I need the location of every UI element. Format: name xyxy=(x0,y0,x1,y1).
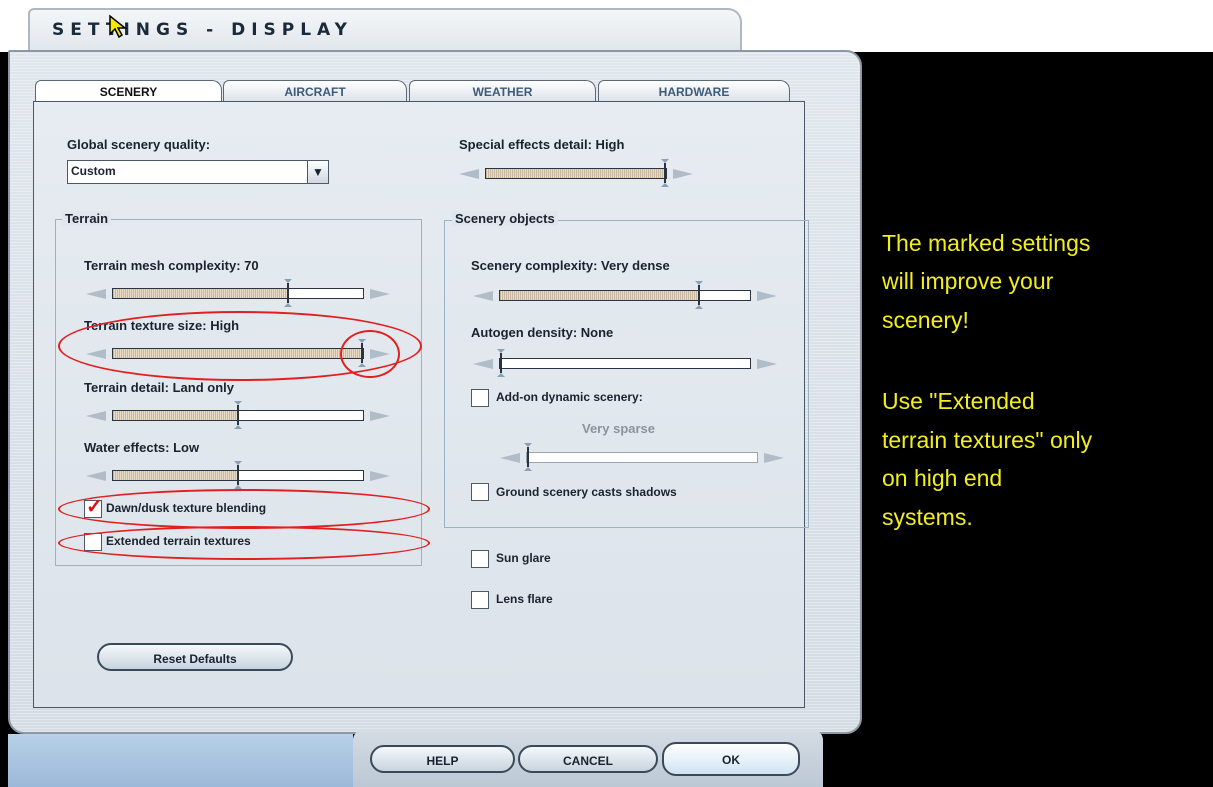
bottom-left-bar xyxy=(8,734,353,787)
special-effects-label: Special effects detail: High xyxy=(459,137,625,152)
scenery-complexity-label: Scenery complexity: Very dense xyxy=(471,258,670,273)
scenery-complexity-slider[interactable] xyxy=(473,281,777,309)
water-effects-label: Water effects: Low xyxy=(84,440,200,455)
terrain-mesh-label: Terrain mesh complexity: 70 xyxy=(84,258,259,273)
highlight-dawn-dusk xyxy=(58,489,430,529)
ok-button[interactable]: OK xyxy=(662,742,800,776)
addon-dynamic-label: Add-on dynamic scenery: xyxy=(496,390,643,404)
special-effects-slider[interactable] xyxy=(459,159,693,187)
scenery-objects-title: Scenery objects xyxy=(452,211,558,226)
global-quality-dropdown[interactable]: Custom ▼ xyxy=(67,160,329,184)
addon-dynamic-value: Very sparse xyxy=(582,421,656,436)
window-title: SETTINGS - DISPLAY xyxy=(52,20,353,40)
annotation-line-4: Use "Extended xyxy=(882,388,1035,414)
annotation-line-1: The marked settings xyxy=(882,230,1091,256)
lens-flare-label: Lens flare xyxy=(496,592,553,606)
annotation-line-6: on high end xyxy=(882,465,1003,491)
highlight-texture-thumb xyxy=(340,330,400,378)
tab-weather[interactable]: WEATHER xyxy=(409,80,596,103)
annotation-line-7: systems. xyxy=(882,504,973,530)
sun-glare-label: Sun glare xyxy=(496,551,551,565)
mouse-cursor-icon xyxy=(109,14,128,39)
global-quality-label: Global scenery quality: xyxy=(67,137,211,152)
autogen-density-slider[interactable] xyxy=(473,349,777,377)
addon-dynamic-checkbox[interactable] xyxy=(471,389,489,407)
lens-flare-checkbox[interactable] xyxy=(471,591,489,609)
ground-shadows-label: Ground scenery casts shadows xyxy=(496,485,677,499)
terrain-detail-label: Terrain detail: Land only xyxy=(84,380,235,395)
water-effects-slider[interactable] xyxy=(86,461,390,489)
terrain-detail-slider[interactable] xyxy=(86,401,390,429)
terrain-mesh-slider[interactable] xyxy=(86,279,390,307)
sun-glare-checkbox[interactable] xyxy=(471,550,489,568)
cancel-button[interactable]: CANCEL xyxy=(518,745,658,773)
tab-hardware[interactable]: HARDWARE xyxy=(598,80,790,103)
addon-dynamic-slider xyxy=(500,443,784,471)
annotation-line-5: terrain textures" only xyxy=(882,427,1093,453)
ground-shadows-checkbox[interactable] xyxy=(471,483,489,501)
annotation-line-3: scenery! xyxy=(882,307,969,333)
autogen-density-label: Autogen density: None xyxy=(471,325,614,340)
annotation-line-2: will improve your xyxy=(882,268,1054,294)
tab-aircraft[interactable]: AIRCRAFT xyxy=(223,80,407,103)
reset-defaults-button[interactable]: Reset Defaults xyxy=(97,643,293,671)
dropdown-arrow-icon[interactable]: ▼ xyxy=(307,161,328,183)
help-button[interactable]: HELP xyxy=(370,745,515,773)
dropdown-value: Custom xyxy=(71,164,116,178)
highlight-extended-terrain xyxy=(58,526,430,560)
terrain-group-title: Terrain xyxy=(62,211,112,226)
